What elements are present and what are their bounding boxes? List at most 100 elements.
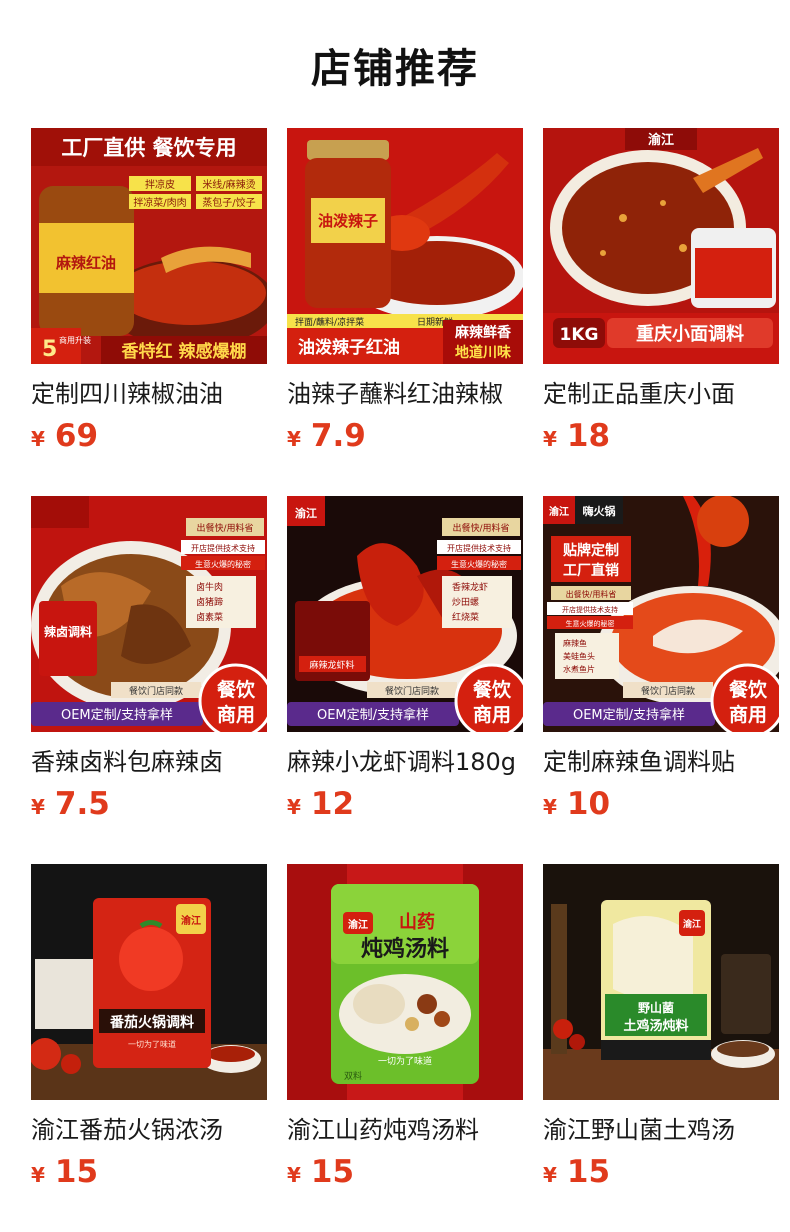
product-name[interactable]: 麻辣小龙虾调料180g (287, 745, 523, 779)
svg-text:开店提供技术支持: 开店提供技术支持 (447, 543, 511, 553)
svg-text:餐饮: 餐饮 (473, 678, 512, 701)
product-card[interactable]: 渝江 1KG 重庆小面调料 定制正品重庆小面 ¥ 18 (543, 128, 779, 458)
product-name[interactable]: 定制四川辣椒油油 (31, 377, 267, 411)
svg-text:麻辣鲜香: 麻辣鲜香 (454, 324, 512, 341)
chili-oil-bottle-image: 工厂直供 餐饮专用 麻辣红油 拌凉皮 米线/麻辣烫 拌凉菜/肉肉 蒸包子/饺子 … (31, 128, 267, 364)
svg-text:出餐快/用料省: 出餐快/用料省 (196, 522, 253, 534)
product-name[interactable]: 定制麻辣鱼调料贴 (543, 745, 779, 779)
product-card[interactable]: 辣卤调料 出餐快/用料省 开店提供技术支持 生意火爆的秘密 卤牛肉 卤猪蹄 卤素… (31, 496, 267, 826)
svg-text:OEM定制/支持拿样: OEM定制/支持拿样 (61, 707, 173, 723)
price-amount: 7.5 (54, 786, 110, 822)
currency-symbol: ¥ (31, 795, 45, 819)
svg-text:一切为了味道: 一切为了味道 (128, 1039, 176, 1049)
svg-text:拌面/蘸料/凉拌菜: 拌面/蘸料/凉拌菜 (295, 316, 364, 328)
svg-text:卤猪蹄: 卤猪蹄 (196, 596, 223, 608)
svg-text:餐饮门店同款: 餐饮门店同款 (385, 685, 439, 697)
svg-text:水煮鱼片: 水煮鱼片 (563, 664, 595, 674)
price-amount: 15 (566, 1154, 611, 1190)
product-image[interactable]: 油泼辣子 拌面/蘸料/凉拌菜 日期新鲜 油泼辣子红油 麻辣鲜香 地道川味 (287, 128, 523, 364)
product-name[interactable]: 渝江番茄火锅浓汤 (31, 1113, 267, 1147)
svg-text:OEM定制/支持拿样: OEM定制/支持拿样 (317, 707, 429, 723)
product-price: ¥ 69 (31, 418, 267, 458)
product-card[interactable]: 工厂直供 餐饮专用 麻辣红油 拌凉皮 米线/麻辣烫 拌凉菜/肉肉 蒸包子/饺子 … (31, 128, 267, 458)
currency-symbol: ¥ (543, 427, 557, 451)
svg-text:麻辣鱼: 麻辣鱼 (563, 638, 587, 648)
product-name[interactable]: 香辣卤料包麻辣卤 (31, 745, 267, 779)
svg-text:卤素菜: 卤素菜 (196, 611, 223, 623)
price-amount: 69 (54, 418, 99, 454)
crayfish-image: 渝江 出餐快/用料省 开店提供技术支持 生意火爆的秘密 香辣龙虾 炒田螺 红烧菜… (287, 496, 523, 732)
product-image[interactable]: 渝江 1KG 重庆小面调料 (543, 128, 779, 364)
product-card[interactable]: 渝江 出餐快/用料省 开店提供技术支持 生意火爆的秘密 香辣龙虾 炒田螺 红烧菜… (287, 496, 523, 826)
svg-text:拌凉菜/肉肉: 拌凉菜/肉肉 (133, 196, 186, 209)
svg-text:工厂直销: 工厂直销 (563, 562, 619, 579)
svg-text:美蛙鱼头: 美蛙鱼头 (563, 651, 595, 661)
product-price: ¥ 15 (543, 1154, 779, 1194)
product-card[interactable]: 渝江 番茄火锅调料 一切为了味道 渝江番茄火锅浓汤 ¥ 15 (31, 864, 267, 1194)
product-price: ¥ 15 (31, 1154, 267, 1194)
svg-text:麻辣红油: 麻辣红油 (55, 254, 116, 272)
svg-text:香特红 辣感爆棚: 香特红 辣感爆棚 (122, 341, 247, 362)
price-amount: 18 (566, 418, 611, 454)
svg-text:渝江: 渝江 (683, 918, 701, 930)
product-image[interactable]: 渝江 嗨火锅 贴牌定制 工厂直销 出餐快/用料省 开店提供技术支持 生意火爆的秘… (543, 496, 779, 732)
product-image[interactable]: 工厂直供 餐饮专用 麻辣红油 拌凉皮 米线/麻辣烫 拌凉菜/肉肉 蒸包子/饺子 … (31, 128, 267, 364)
svg-text:生意火爆的秘密: 生意火爆的秘密 (195, 559, 251, 569)
product-card[interactable]: 渝江 嗨火锅 贴牌定制 工厂直销 出餐快/用料省 开店提供技术支持 生意火爆的秘… (543, 496, 779, 826)
currency-symbol: ¥ (543, 795, 557, 819)
spicy-fish-image: 渝江 嗨火锅 贴牌定制 工厂直销 出餐快/用料省 开店提供技术支持 生意火爆的秘… (543, 496, 779, 732)
svg-text:辣卤调料: 辣卤调料 (44, 624, 92, 639)
currency-symbol: ¥ (543, 1163, 557, 1187)
svg-text:炒田螺: 炒田螺 (452, 597, 479, 608)
svg-text:出餐快/用料省: 出餐快/用料省 (566, 589, 617, 599)
currency-symbol: ¥ (287, 795, 301, 819)
svg-text:双料: 双料 (344, 1070, 362, 1082)
product-price: ¥ 10 (543, 786, 779, 826)
svg-text:生意火爆的秘密: 生意火爆的秘密 (566, 619, 615, 628)
product-price: ¥ 7.5 (31, 786, 267, 826)
svg-text:渝江: 渝江 (295, 506, 317, 520)
svg-text:渝江: 渝江 (348, 918, 368, 931)
product-image[interactable]: 渝江 山药 炖鸡汤料 一切为了味道 双料 (287, 864, 523, 1100)
svg-text:商用: 商用 (217, 703, 255, 726)
product-image[interactable]: 渝江 野山菌 土鸡汤炖料 (543, 864, 779, 1100)
svg-text:野山菌: 野山菌 (638, 1000, 674, 1015)
svg-text:地道川味: 地道川味 (455, 344, 511, 361)
product-grid: 工厂直供 餐饮专用 麻辣红油 拌凉皮 米线/麻辣烫 拌凉菜/肉肉 蒸包子/饺子 … (0, 0, 790, 1232)
product-name[interactable]: 渝江山药炖鸡汤料 (287, 1113, 523, 1147)
product-image[interactable]: 渝江 番茄火锅调料 一切为了味道 (31, 864, 267, 1100)
product-image[interactable]: 渝江 出餐快/用料省 开店提供技术支持 生意火爆的秘密 香辣龙虾 炒田螺 红烧菜… (287, 496, 523, 732)
svg-text:嗨火锅: 嗨火锅 (583, 504, 616, 518)
svg-text:餐饮门店同款: 餐饮门店同款 (641, 685, 695, 697)
product-name[interactable]: 油辣子蘸料红油辣椒 (287, 377, 523, 411)
product-card[interactable]: 渝江 野山菌 土鸡汤炖料 渝江野山菌土鸡汤 ¥ 15 (543, 864, 779, 1194)
svg-text:渝江: 渝江 (181, 914, 201, 927)
svg-text:餐饮: 餐饮 (729, 678, 768, 701)
product-name[interactable]: 渝江野山菌土鸡汤 (543, 1113, 779, 1147)
price-amount: 15 (54, 1154, 99, 1190)
svg-text:渝江: 渝江 (648, 132, 674, 148)
product-name[interactable]: 定制正品重庆小面 (543, 377, 779, 411)
product-card[interactable]: 油泼辣子 拌面/蘸料/凉拌菜 日期新鲜 油泼辣子红油 麻辣鲜香 地道川味 油辣子… (287, 128, 523, 458)
svg-text:番茄火锅调料: 番茄火锅调料 (109, 1014, 194, 1031)
currency-symbol: ¥ (287, 427, 301, 451)
price-amount: 10 (566, 786, 611, 822)
svg-text:开店提供技术支持: 开店提供技术支持 (562, 605, 618, 614)
svg-text:油泼辣子: 油泼辣子 (318, 212, 378, 230)
svg-text:餐饮门店同款: 餐饮门店同款 (129, 685, 183, 697)
svg-text:油泼辣子红油: 油泼辣子红油 (298, 337, 400, 358)
svg-text:卤牛肉: 卤牛肉 (196, 581, 223, 593)
product-price: ¥ 7.9 (287, 418, 523, 458)
svg-text:山药: 山药 (399, 911, 435, 933)
svg-text:1KG: 1KG (560, 325, 599, 345)
svg-text:开店提供技术支持: 开店提供技术支持 (191, 543, 255, 553)
product-price: ¥ 12 (287, 786, 523, 826)
svg-text:炖鸡汤料: 炖鸡汤料 (361, 936, 449, 962)
svg-text:重庆小面调料: 重庆小面调料 (636, 323, 744, 345)
product-image[interactable]: 辣卤调料 出餐快/用料省 开店提供技术支持 生意火爆的秘密 卤牛肉 卤猪蹄 卤素… (31, 496, 267, 732)
price-amount: 12 (310, 786, 355, 822)
svg-text:土鸡汤炖料: 土鸡汤炖料 (623, 1018, 688, 1034)
product-price: ¥ 18 (543, 418, 779, 458)
product-card[interactable]: 渝江 山药 炖鸡汤料 一切为了味道 双料 渝江山药炖鸡汤料 ¥ 15 (287, 864, 523, 1194)
chili-jar-spoon-image: 油泼辣子 拌面/蘸料/凉拌菜 日期新鲜 油泼辣子红油 麻辣鲜香 地道川味 (287, 128, 523, 364)
